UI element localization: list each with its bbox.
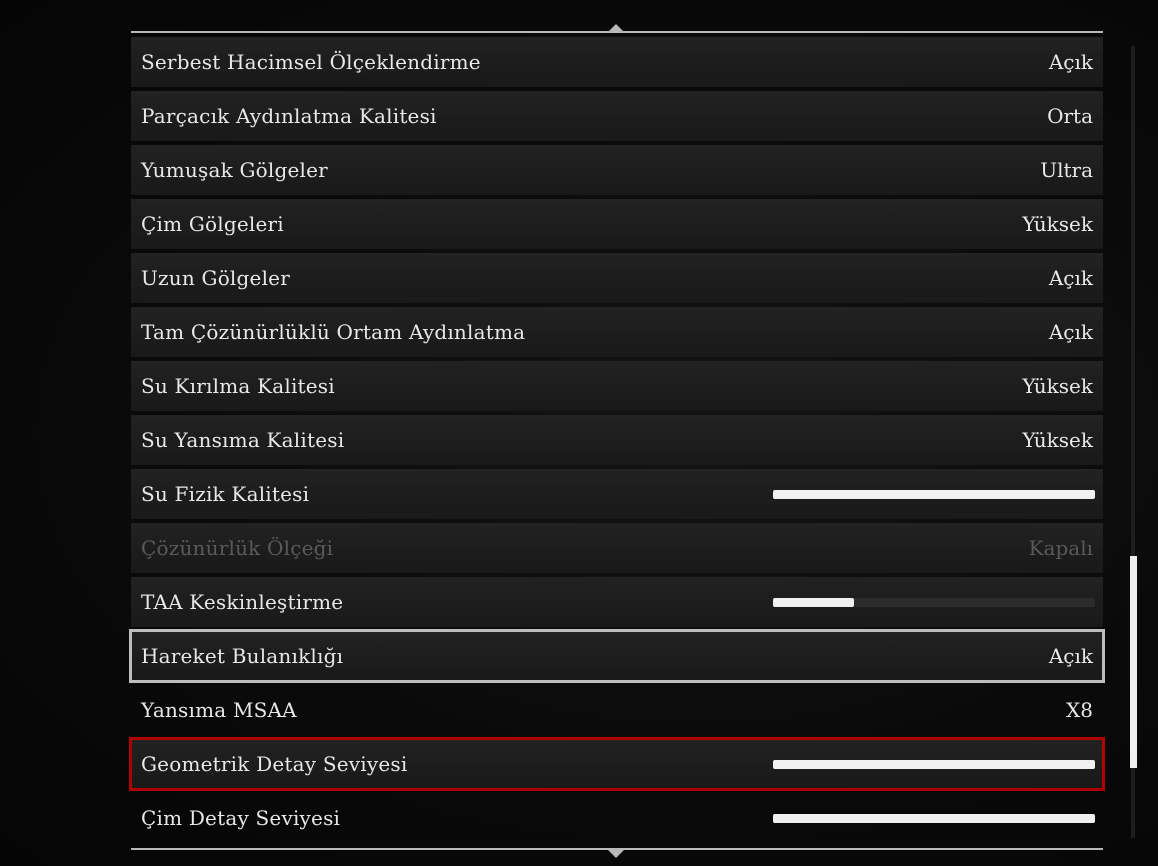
setting-row-reflection-msaa[interactable]: Yansıma MSAA X8 bbox=[131, 685, 1103, 735]
setting-label: Su Fizik Kalitesi bbox=[141, 482, 310, 506]
setting-label: Hareket Bulanıklığı bbox=[141, 644, 344, 668]
setting-value: Yüksek bbox=[1022, 428, 1093, 452]
setting-value: Ultra bbox=[1040, 158, 1093, 182]
setting-row-motion-blur[interactable]: Hareket Bulanıklığı Açık bbox=[129, 629, 1105, 683]
setting-slider[interactable] bbox=[773, 598, 1095, 607]
setting-label: Su Yansıma Kalitesi bbox=[141, 428, 345, 452]
setting-row-taa-sharpening[interactable]: TAA Keskinleştirme bbox=[131, 577, 1103, 627]
setting-value: Yüksek bbox=[1022, 374, 1093, 398]
setting-label: Serbest Hacimsel Ölçeklendirme bbox=[141, 50, 481, 74]
setting-value: Açık bbox=[1048, 644, 1093, 668]
setting-label: Çim Detay Seviyesi bbox=[141, 806, 341, 830]
setting-value: Açık bbox=[1048, 50, 1093, 74]
setting-value: Açık bbox=[1048, 320, 1093, 344]
setting-row-water-physics-quality[interactable]: Su Fizik Kalitesi bbox=[131, 469, 1103, 519]
setting-value: Açık bbox=[1048, 266, 1093, 290]
setting-row-long-shadows[interactable]: Uzun Gölgeler Açık bbox=[131, 253, 1103, 303]
setting-row-particle-lighting-quality[interactable]: Parçacık Aydınlatma Kalitesi Orta bbox=[131, 91, 1103, 141]
setting-row-resolution-scale: Çözünürlük Ölçeği Kapalı bbox=[131, 523, 1103, 573]
graphics-settings-screen: Serbest Hacimsel Ölçeklendirme Açık Parç… bbox=[0, 0, 1158, 866]
setting-label: Yansıma MSAA bbox=[141, 698, 297, 722]
setting-row-water-reflection-quality[interactable]: Su Yansıma Kalitesi Yüksek bbox=[131, 415, 1103, 465]
setting-label: Yumuşak Gölgeler bbox=[141, 158, 328, 182]
scrollbar-thumb[interactable] bbox=[1130, 556, 1137, 768]
slider-fill bbox=[773, 760, 1095, 769]
setting-slider[interactable] bbox=[773, 760, 1095, 769]
setting-label: Çözünürlük Ölçeği bbox=[141, 536, 334, 560]
setting-slider[interactable] bbox=[773, 814, 1095, 823]
setting-row-geometry-detail-level[interactable]: Geometrik Detay Seviyesi bbox=[129, 737, 1105, 791]
setting-label: Uzun Gölgeler bbox=[141, 266, 290, 290]
setting-row-soft-shadows[interactable]: Yumuşak Gölgeler Ultra bbox=[131, 145, 1103, 195]
setting-label: Parçacık Aydınlatma Kalitesi bbox=[141, 104, 437, 128]
setting-row-full-res-ambient-occlusion[interactable]: Tam Çözünürlüklü Ortam Aydınlatma Açık bbox=[131, 307, 1103, 357]
slider-fill bbox=[773, 598, 854, 607]
settings-list: Serbest Hacimsel Ölçeklendirme Açık Parç… bbox=[129, 37, 1105, 847]
setting-value: Kapalı bbox=[1028, 536, 1093, 560]
setting-row-water-refraction-quality[interactable]: Su Kırılma Kalitesi Yüksek bbox=[131, 361, 1103, 411]
setting-value: Orta bbox=[1047, 104, 1093, 128]
setting-label: Çim Gölgeleri bbox=[141, 212, 284, 236]
setting-row-grass-shadows[interactable]: Çim Gölgeleri Yüksek bbox=[131, 199, 1103, 249]
setting-value: X8 bbox=[1066, 698, 1093, 722]
scroll-up-indicator-icon[interactable] bbox=[608, 24, 624, 32]
setting-label: Tam Çözünürlüklü Ortam Aydınlatma bbox=[141, 320, 526, 344]
setting-row-free-volumetric-scaling[interactable]: Serbest Hacimsel Ölçeklendirme Açık bbox=[131, 37, 1103, 87]
slider-fill bbox=[773, 490, 1095, 499]
setting-value: Yüksek bbox=[1022, 212, 1093, 236]
slider-fill bbox=[773, 814, 1095, 823]
setting-slider[interactable] bbox=[773, 490, 1095, 499]
setting-label: TAA Keskinleştirme bbox=[141, 590, 344, 614]
setting-label: Su Kırılma Kalitesi bbox=[141, 374, 335, 398]
scroll-down-indicator-icon[interactable] bbox=[608, 850, 624, 858]
setting-row-grass-detail-level[interactable]: Çim Detay Seviyesi bbox=[131, 793, 1103, 843]
setting-label: Geometrik Detay Seviyesi bbox=[141, 752, 408, 776]
